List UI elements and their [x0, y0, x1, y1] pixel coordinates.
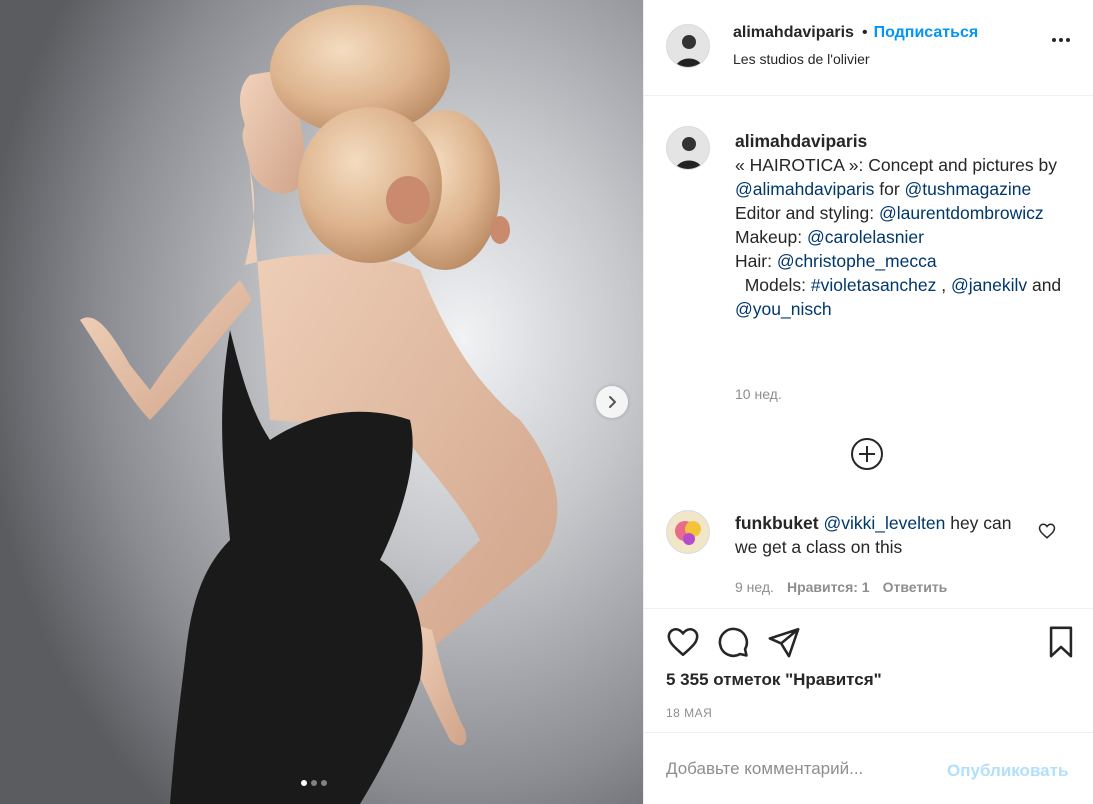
- comment-input[interactable]: [666, 757, 936, 781]
- follow-button[interactable]: Подписаться: [874, 24, 979, 42]
- avatar[interactable]: [666, 126, 710, 170]
- chevron-right-icon: [609, 396, 616, 408]
- avatar[interactable]: [666, 24, 710, 68]
- caption-text: Models:: [735, 275, 811, 295]
- carousel-dot: [321, 780, 327, 786]
- instagram-post: alimahdaviparis • Подписаться Les studio…: [0, 0, 1093, 804]
- post-caption: alimahdaviparis « HAIROTICA »: Concept a…: [735, 129, 1070, 321]
- caption-text: ,: [936, 275, 951, 295]
- caption-mention[interactable]: @christophe_mecca: [777, 251, 937, 271]
- post-media: [0, 0, 643, 804]
- plus-circle-icon[interactable]: [850, 437, 884, 471]
- caption-mention[interactable]: @laurentdombrowicz: [879, 203, 1044, 223]
- commenter-photo: [667, 511, 709, 553]
- comment-item: funkbuket @vikki_levelten hey can we get…: [735, 511, 1035, 559]
- post-side-panel: alimahdaviparis • Подписаться Les studio…: [643, 0, 1093, 804]
- caption-text: Makeup:: [735, 227, 807, 247]
- comments-area: alimahdaviparis « HAIROTICA »: Concept a…: [644, 96, 1093, 608]
- carousel-next-button[interactable]: [596, 386, 628, 418]
- caption-timestamp[interactable]: 10 нед.: [735, 386, 782, 402]
- heart-icon[interactable]: [666, 625, 700, 659]
- caption-mention[interactable]: @alimahdaviparis: [735, 179, 874, 199]
- post-photo: [0, 0, 643, 804]
- caption-text: and: [1027, 275, 1062, 295]
- caption-mention[interactable]: @carolelasnier: [807, 227, 924, 247]
- profile-photo: [667, 25, 709, 67]
- comment-username[interactable]: funkbuket: [735, 513, 819, 533]
- comment-icon[interactable]: [716, 625, 750, 659]
- caption-mention[interactable]: @janekilv: [951, 275, 1027, 295]
- comment-mention[interactable]: @vikki_levelten: [824, 513, 946, 533]
- comment-likes[interactable]: Нравится: 1: [787, 579, 870, 595]
- profile-photo: [667, 127, 709, 169]
- carousel-dot: [301, 780, 307, 786]
- caption-mention[interactable]: @tushmagazine: [905, 179, 1032, 199]
- caption-hashtag[interactable]: #violetasanchez: [811, 275, 937, 295]
- caption-username[interactable]: alimahdaviparis: [735, 131, 867, 151]
- more-options-icon[interactable]: [1052, 38, 1070, 42]
- publish-button[interactable]: Опубликовать: [947, 761, 1068, 781]
- caption-text: Editor and styling:: [735, 203, 879, 223]
- carousel-indicator: [301, 780, 327, 786]
- separator-bullet: •: [861, 24, 868, 41]
- author-username[interactable]: alimahdaviparis: [733, 24, 854, 42]
- likes-count[interactable]: 5 355 отметок "Нравится": [666, 670, 882, 690]
- post-author: alimahdaviparis • Подписаться Les studio…: [733, 24, 978, 67]
- heart-icon[interactable]: [1038, 522, 1056, 540]
- caption-mention[interactable]: @you_nisch: [735, 299, 832, 319]
- caption-text: « HAIROTICA »: Concept and pictures by: [735, 155, 1057, 175]
- post-location[interactable]: Les studios de l'olivier: [733, 51, 978, 67]
- avatar[interactable]: [666, 510, 710, 554]
- caption-text: for: [874, 179, 905, 199]
- comment-timestamp[interactable]: 9 нед.: [735, 579, 774, 595]
- add-comment-bar: Опубликовать: [644, 732, 1093, 804]
- paper-plane-icon[interactable]: [767, 625, 801, 659]
- bookmark-icon[interactable]: [1044, 625, 1078, 659]
- reply-button[interactable]: Ответить: [883, 579, 948, 595]
- carousel-dot: [311, 780, 317, 786]
- post-actions: 5 355 отметок "Нравится" 18 МАЯ: [644, 608, 1093, 732]
- caption-text: Hair:: [735, 251, 777, 271]
- post-date[interactable]: 18 МАЯ: [666, 706, 712, 720]
- post-header: alimahdaviparis • Подписаться Les studio…: [644, 0, 1093, 96]
- comment-meta: 9 нед. Нравится: 1 Ответить: [735, 579, 947, 595]
